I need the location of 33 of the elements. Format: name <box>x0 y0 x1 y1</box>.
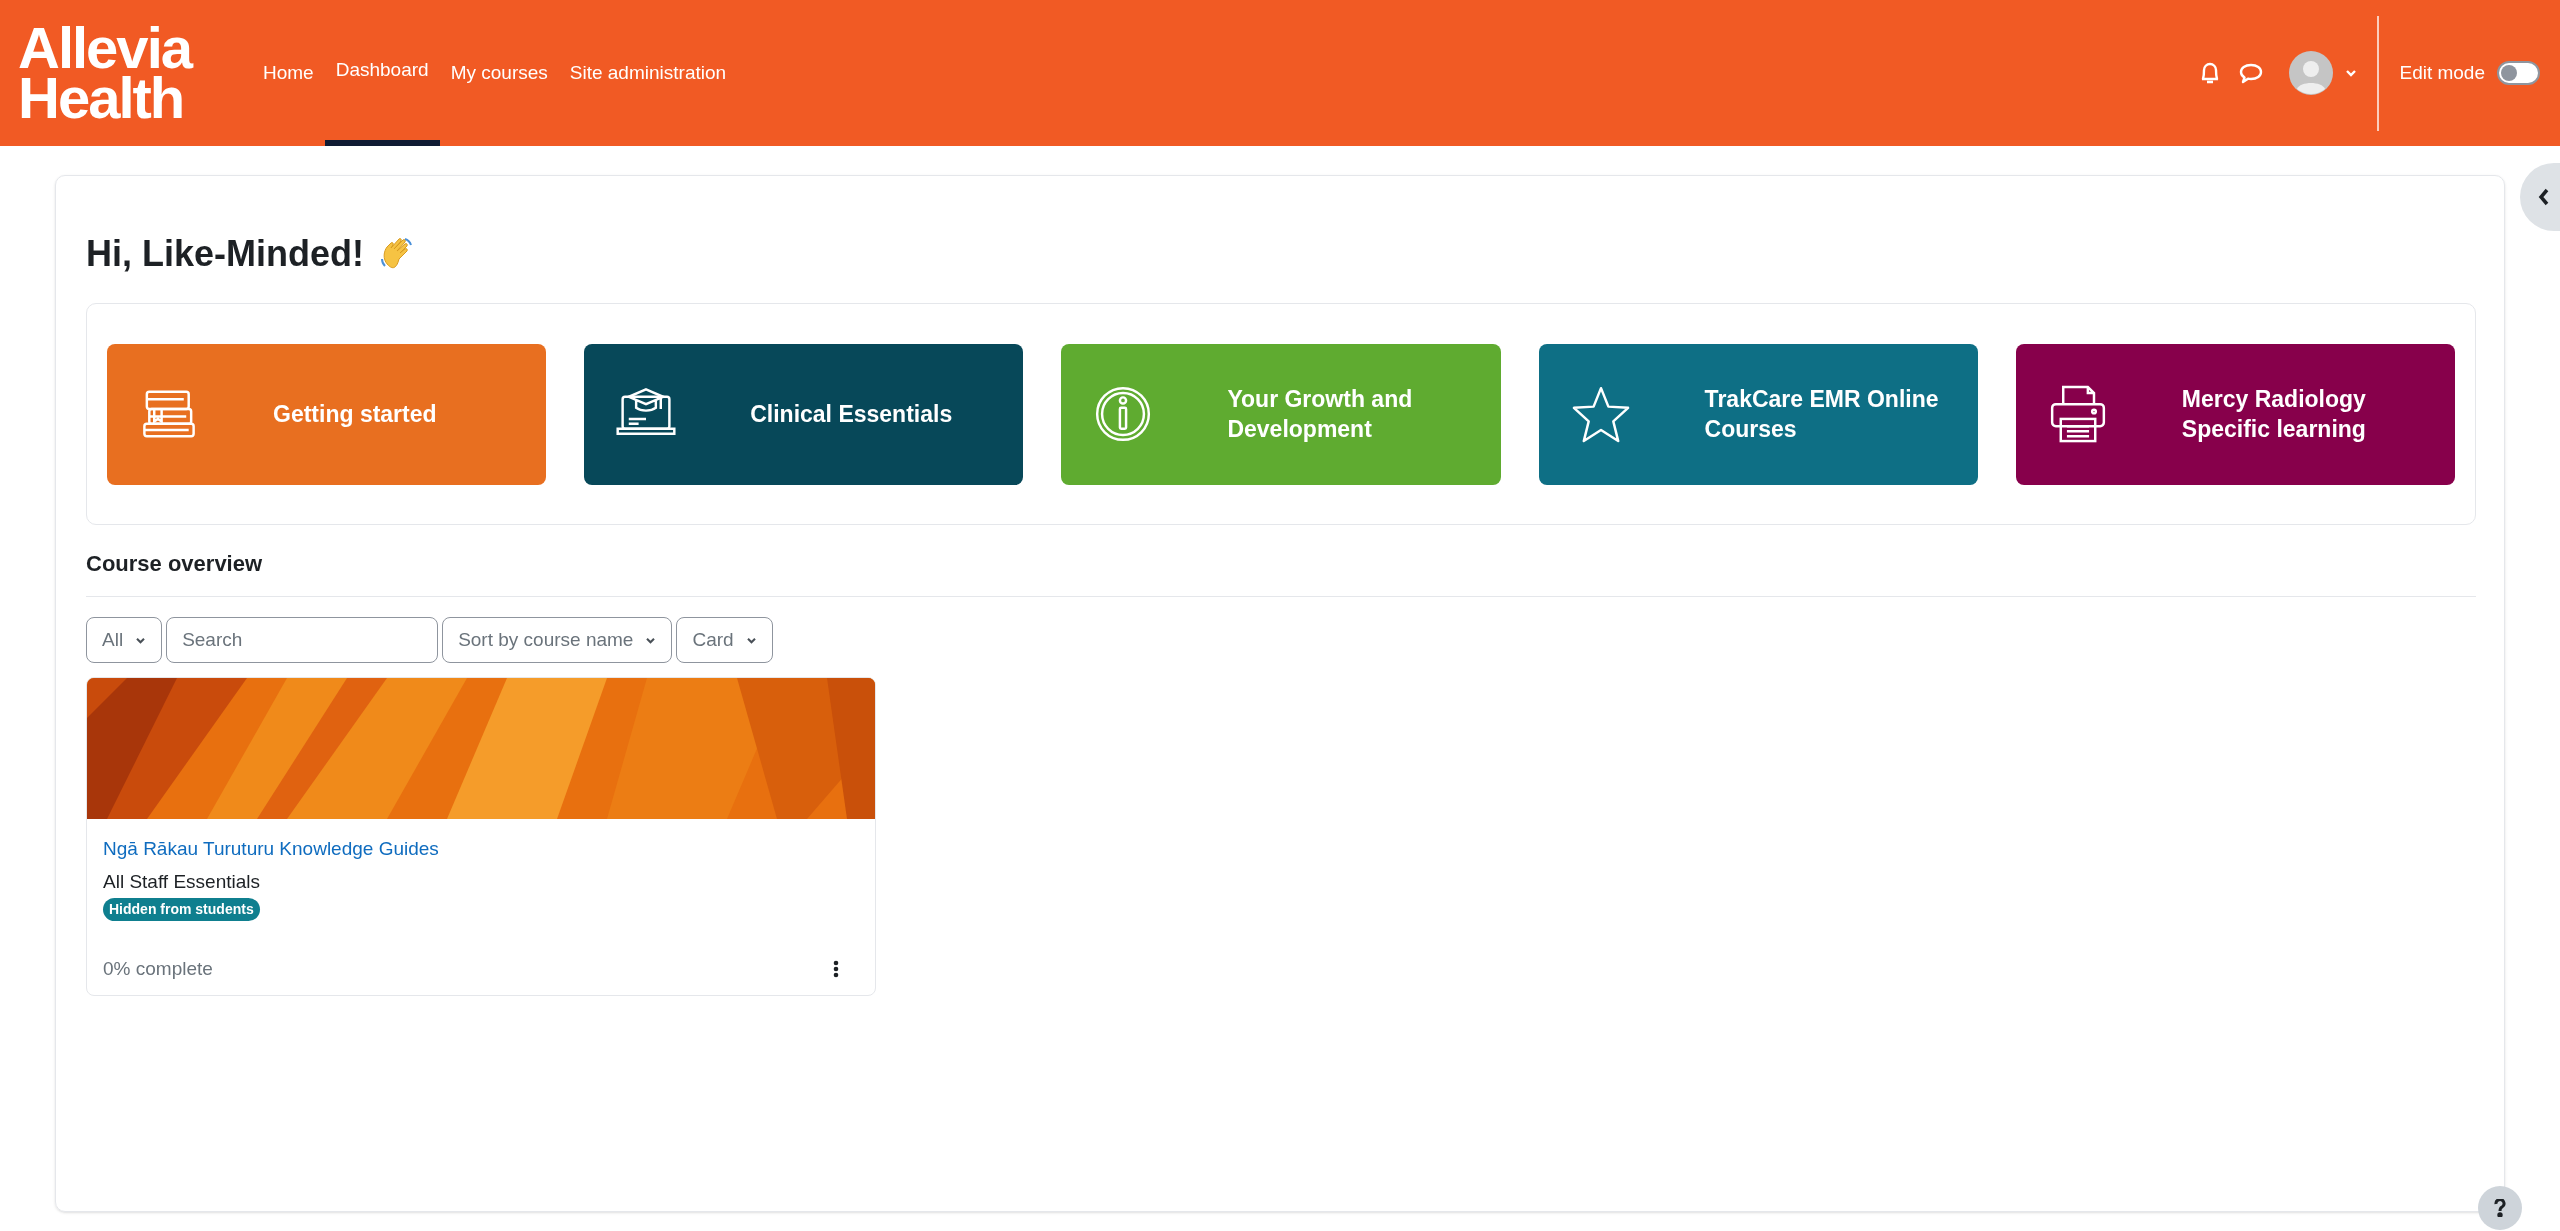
status-badge: Hidden from students <box>103 898 260 921</box>
question-icon <box>2494 1199 2506 1217</box>
help-button[interactable] <box>2478 1186 2522 1230</box>
search-field[interactable]: Search <box>166 617 439 663</box>
nav-link[interactable]: Site administration <box>558 0 738 146</box>
drawer-toggle-button[interactable] <box>2520 163 2560 231</box>
edit-mode-toggle[interactable] <box>2497 61 2540 85</box>
course-link[interactable]: Ngā Rākau Turuturu Knowledge Guides <box>103 835 439 864</box>
nav-link[interactable]: Home <box>252 0 325 146</box>
course-category-tile[interactable]: Your Growth and Development <box>1061 343 1501 485</box>
more-options-icon[interactable] <box>833 960 839 979</box>
nav-link[interactable]: Dashboard <box>324 0 440 146</box>
chat-icon[interactable] <box>2239 62 2264 84</box>
course-category-tile[interactable]: Mercy Radiology Specific learning <box>2015 343 2455 485</box>
dropdown-button[interactable]: Card <box>676 617 773 663</box>
caret-icon <box>745 636 757 644</box>
nav-link[interactable]: My courses <box>439 0 559 146</box>
dropdown-button[interactable]: All <box>86 617 163 663</box>
progress-text: 0% complete <box>103 957 213 981</box>
section-heading: Course overview <box>86 547 2476 597</box>
caret-icon <box>645 636 657 644</box>
logo[interactable]: Allevia Health <box>18 23 228 123</box>
avatar-icon[interactable] <box>2289 51 2334 95</box>
dropdown-button[interactable]: Sort by course name <box>442 617 673 663</box>
edit-mode-label: Edit mode <box>2399 60 2485 85</box>
course-category: All Staff Essentials <box>103 869 260 894</box>
chevron-left-icon <box>2538 188 2550 206</box>
course-category-tile[interactable]: Clinical Essentials <box>584 343 1024 485</box>
caret-icon[interactable] <box>2345 69 2358 77</box>
course-category-tile[interactable]: Getting started <box>107 343 547 485</box>
greeting-heading: Hi, Like-Minded! <box>86 232 364 276</box>
caret-icon <box>135 636 147 644</box>
course-category-tile[interactable]: TrakCare EMR Online Courses <box>1538 343 1978 485</box>
